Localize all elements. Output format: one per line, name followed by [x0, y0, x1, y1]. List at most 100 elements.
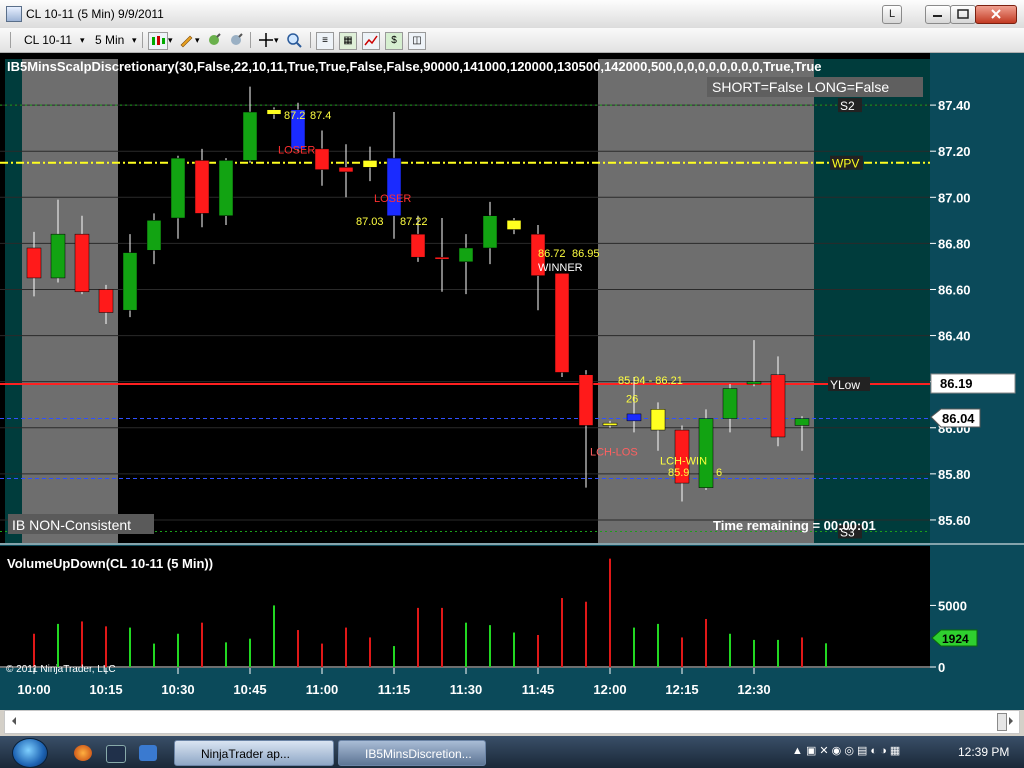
- trade-label: 85.94 - 86.21: [618, 375, 683, 387]
- time-tick-label: 12:15: [665, 682, 698, 697]
- chart-panel-icon[interactable]: ◫: [408, 32, 426, 50]
- window-title: CL 10-11 (5 Min) 9/9/2011: [26, 7, 164, 21]
- firefox-icon[interactable]: [74, 745, 92, 761]
- close-icon: [991, 9, 1001, 19]
- candle-body: [506, 220, 522, 230]
- ib-status-text: IB NON-Consistent: [12, 517, 131, 533]
- time-tick-label: 10:45: [233, 682, 266, 697]
- candle-body: [122, 252, 138, 311]
- time-tick-label: 10:15: [89, 682, 122, 697]
- trade-label: 85.9: [668, 467, 689, 479]
- trade-label: 87.03: [356, 216, 384, 228]
- horizontal-scrollbar[interactable]: [4, 710, 1020, 734]
- system-tray[interactable]: ▲ ▣ ✕ ◉ ◎ ▤ ◐ ◑ ▦: [792, 744, 900, 757]
- time-tick-label: 11:30: [450, 682, 483, 697]
- maximize-button[interactable]: [950, 5, 976, 24]
- level-label-s2: S2: [840, 99, 855, 113]
- chart-trader-icon[interactable]: ≡: [316, 32, 334, 50]
- trade-label: 87.4: [310, 110, 331, 122]
- candle-body: [266, 109, 282, 115]
- last-volume-value: 1924: [942, 632, 969, 646]
- pencil-draw-icon[interactable]: [178, 32, 194, 48]
- time-tick-label: 12:30: [737, 682, 770, 697]
- instrument-selector[interactable]: CL 10-11: [24, 32, 72, 48]
- right-margin-bg: [814, 59, 930, 543]
- command-prompt-icon[interactable]: [106, 745, 126, 763]
- scroll-right-icon[interactable]: [1005, 711, 1017, 731]
- start-button[interactable]: [12, 738, 48, 768]
- time-tick-label: 10:00: [17, 682, 50, 697]
- candle-body: [626, 413, 642, 422]
- candle-body: [482, 215, 498, 249]
- level-label-wpv: WPV: [832, 157, 859, 171]
- app-icon: [6, 6, 22, 22]
- trade-label: LCH-LOS: [590, 446, 638, 458]
- price-tick-label: 87.40: [938, 98, 971, 113]
- candle-body: [146, 220, 162, 251]
- dollar-icon[interactable]: $: [385, 32, 403, 50]
- task-folder[interactable]: IB5MinsDiscretion...: [338, 740, 486, 766]
- interval-dropdown-icon[interactable]: ▾: [132, 32, 137, 48]
- candle-body: [770, 374, 786, 438]
- toolbar-separator: [250, 32, 251, 48]
- add-indicator-icon[interactable]: [228, 32, 244, 48]
- candle-body: [98, 289, 114, 313]
- toolbar-separator: [142, 32, 143, 48]
- layout-button[interactable]: L: [882, 5, 902, 24]
- candle-body: [314, 148, 330, 170]
- price-tick-label: 87.00: [938, 190, 971, 205]
- clock: 12:39 PM: [958, 745, 1010, 759]
- crosshair-icon[interactable]: [258, 32, 274, 48]
- minimize-button[interactable]: [925, 5, 951, 24]
- trade-label: 87.22: [400, 216, 428, 228]
- chart-style-candlestick-icon[interactable]: [148, 32, 168, 50]
- price-tick-label: 86.80: [938, 236, 971, 251]
- zoom-icon[interactable]: [286, 32, 302, 48]
- app-launcher-icon[interactable]: [139, 745, 157, 761]
- candle-body: [362, 160, 378, 168]
- candle-body: [650, 409, 666, 431]
- chart-area[interactable]: S2 WPV YLow S3 87.2 87.4 LOSER LOSER 87.03 87.22…: [0, 53, 1024, 710]
- chart-toolbar: CL 10-11 ▾ 5 Min ▾ ▾ ▾ ▾ ≡ ▦ $ ◫: [0, 28, 1024, 53]
- time-remaining: Time remaining = 00:00:01: [713, 518, 876, 533]
- time-tick-label: 11:15: [378, 682, 411, 697]
- candle-body: [722, 388, 738, 419]
- crosshair-dropdown-icon[interactable]: ▾: [274, 32, 279, 48]
- trade-label: WINNER: [538, 262, 583, 274]
- instrument-dropdown-icon[interactable]: ▾: [80, 32, 85, 48]
- candle-body: [218, 160, 234, 216]
- interval-selector[interactable]: 5 Min: [95, 32, 124, 48]
- trade-label: 86.72: [538, 248, 566, 260]
- task-ninjatrader-label: NinjaTrader ap...: [201, 747, 290, 761]
- draw-dropdown-icon[interactable]: ▾: [195, 32, 200, 48]
- toolbar-separator: [310, 32, 311, 48]
- trade-label: 26: [626, 393, 638, 405]
- add-strategy-icon[interactable]: [206, 32, 222, 48]
- indicator-title: IB5MinsScalpDiscretionary(30,False,22,10…: [7, 59, 822, 74]
- last-price-value: 86.04: [942, 411, 975, 426]
- time-tick-label: 12:00: [593, 682, 626, 697]
- data-box-icon[interactable]: ▦: [339, 32, 357, 50]
- scroll-left-icon[interactable]: [8, 711, 20, 731]
- task-ninjatrader[interactable]: NinjaTrader ap...: [174, 740, 334, 766]
- close-button[interactable]: [975, 5, 1017, 24]
- short-long-status: SHORT=False LONG=False: [712, 79, 889, 95]
- properties-icon[interactable]: [362, 32, 380, 50]
- price-tick-label: 87.20: [938, 144, 971, 159]
- minimize-icon: [933, 15, 942, 17]
- candle-body: [578, 374, 594, 426]
- time-tick-label: 11:45: [522, 682, 555, 697]
- trade-label: 87.2: [284, 110, 305, 122]
- title-bar: CL 10-11 (5 Min) 9/9/2011 L: [0, 0, 1024, 29]
- chart-style-dropdown-icon[interactable]: ▾: [168, 32, 173, 48]
- time-tick-label: 11:00: [306, 682, 339, 697]
- toolbar-grip: [10, 32, 11, 48]
- price-tick-label: 85.80: [938, 467, 971, 482]
- trade-label: LCH-WIN: [660, 456, 707, 468]
- candle-body: [170, 157, 186, 219]
- candle-body: [746, 381, 762, 385]
- candle-body: [410, 233, 426, 258]
- time-tick-label: 10:30: [161, 682, 194, 697]
- trade-label: 86.95: [572, 248, 600, 260]
- chart-svg: S2WPVYLowS3 87.2 87.4LOSERLOSER87.03 87.22…: [0, 53, 1024, 697]
